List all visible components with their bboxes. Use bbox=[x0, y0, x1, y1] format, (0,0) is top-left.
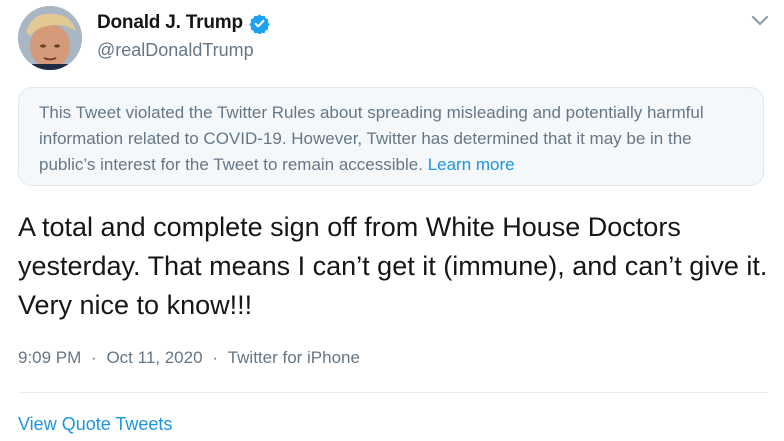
tweet-source[interactable]: Twitter for iPhone bbox=[228, 348, 360, 368]
tweet-meta: 9:09 PM · Oct 11, 2020 · Twitter for iPh… bbox=[18, 348, 360, 368]
tweet-text: A total and complete sign off from White… bbox=[18, 212, 768, 320]
author-handle[interactable]: @realDonaldTrump bbox=[97, 40, 254, 61]
meta-separator: · bbox=[212, 348, 218, 367]
view-quote-tweets-link[interactable]: View Quote Tweets bbox=[18, 414, 172, 435]
meta-separator: · bbox=[91, 348, 97, 367]
author-display-name[interactable]: Donald J. Trump bbox=[97, 12, 243, 34]
tweet-time[interactable]: 9:09 PM bbox=[18, 348, 81, 368]
author-name-row: Donald J. Trump bbox=[97, 12, 270, 34]
tweet-date[interactable]: Oct 11, 2020 bbox=[106, 348, 202, 368]
policy-notice: This Tweet violated the Twitter Rules ab… bbox=[18, 87, 764, 186]
verified-badge-icon bbox=[249, 13, 270, 34]
profile-photo bbox=[18, 6, 82, 70]
policy-notice-text: This Tweet violated the Twitter Rules ab… bbox=[39, 103, 704, 174]
tweet-card: Donald J. Trump @realDonaldTrump This Tw… bbox=[0, 0, 784, 441]
learn-more-link[interactable]: Learn more bbox=[428, 155, 515, 174]
divider bbox=[18, 392, 768, 393]
chevron-down-icon[interactable] bbox=[751, 14, 769, 28]
avatar[interactable] bbox=[18, 6, 82, 70]
